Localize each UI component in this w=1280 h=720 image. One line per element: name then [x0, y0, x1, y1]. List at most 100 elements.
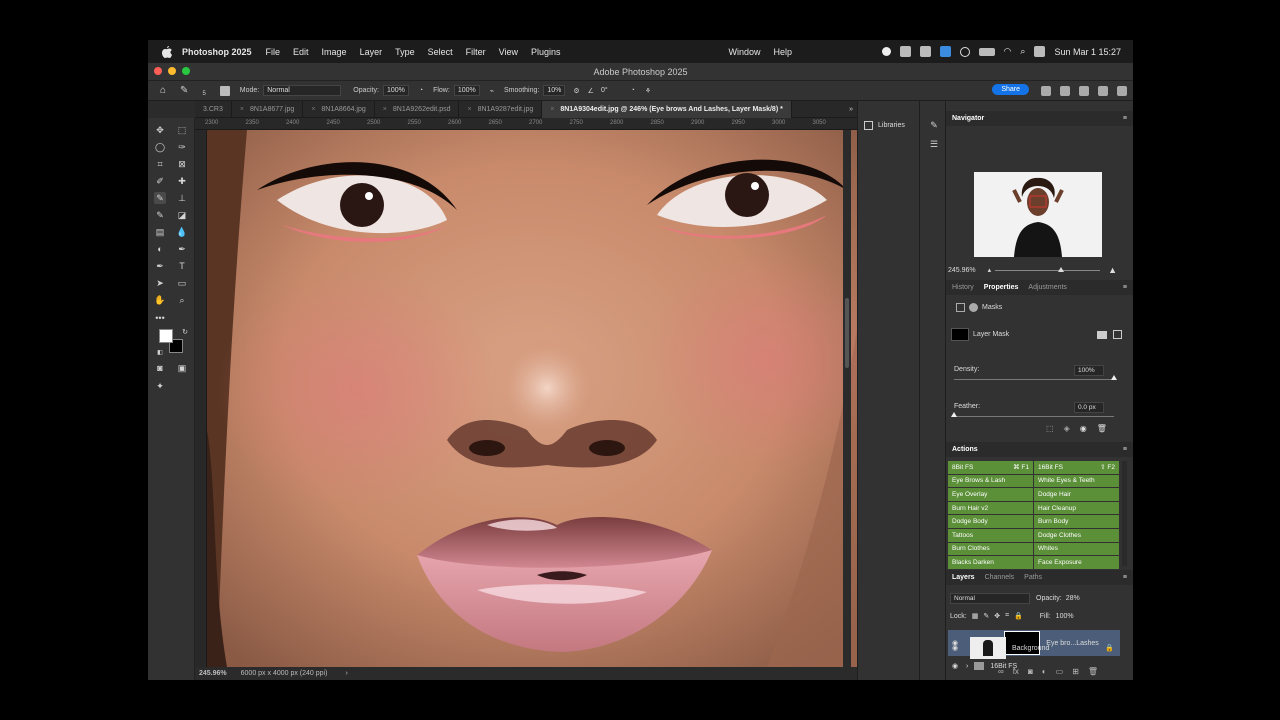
- gradient-tool-icon[interactable]: ▤: [154, 226, 166, 238]
- menu-layer[interactable]: Layer: [360, 47, 383, 57]
- slider-thumb[interactable]: [1058, 266, 1065, 272]
- clock[interactable]: Sun Mar 1 15:27: [1054, 47, 1121, 57]
- swap-colors-icon[interactable]: ↻: [179, 326, 191, 338]
- lasso-tool-icon[interactable]: ◯: [154, 141, 166, 153]
- action-button[interactable]: Eye Overlay: [948, 488, 1033, 501]
- home-icon[interactable]: ⌂: [160, 85, 166, 96]
- screen-mode-icon[interactable]: ▣: [176, 362, 188, 374]
- clone-stamp-tool-icon[interactable]: ⊥: [176, 192, 188, 204]
- frame-tool-icon[interactable]: ⊠: [176, 158, 188, 170]
- hand-tool-icon[interactable]: ✋: [154, 294, 166, 306]
- screen-share-icon[interactable]: [899, 46, 911, 57]
- pressure-opacity-icon[interactable]: ◔: [419, 87, 423, 94]
- menu-window[interactable]: Window: [729, 47, 761, 57]
- layer-name[interactable]: Background: [1012, 645, 1049, 652]
- app-menu[interactable]: Photoshop 2025: [182, 47, 252, 57]
- angle-field[interactable]: 0°: [598, 86, 611, 95]
- control-center-icon[interactable]: [1034, 46, 1046, 57]
- visibility-eye-icon[interactable]: ◉: [950, 662, 960, 670]
- workspace-icon[interactable]: [1079, 86, 1089, 96]
- spot-healing-tool-icon[interactable]: ✚: [176, 175, 188, 187]
- add-vector-mask-icon[interactable]: [1113, 330, 1122, 339]
- feather-field[interactable]: 0.0 px: [1074, 402, 1104, 413]
- density-slider[interactable]: [954, 375, 1117, 380]
- eraser-tool-icon[interactable]: ◪: [176, 209, 188, 221]
- libraries-button[interactable]: Libraries: [864, 121, 905, 130]
- smoothing-gear-icon[interactable]: ⚙: [573, 87, 579, 95]
- dodge-tool-icon[interactable]: ◐: [154, 243, 166, 255]
- layer-mask-thumb[interactable]: [951, 328, 969, 341]
- layer-row-background[interactable]: ◉ Background 🔒: [948, 636, 1120, 660]
- angle-icon[interactable]: ∠: [588, 87, 594, 95]
- apple-icon[interactable]: [160, 45, 174, 59]
- density-slider-thumb[interactable]: [1111, 375, 1117, 380]
- eyedropper-tool-icon[interactable]: ✐: [154, 175, 166, 187]
- zoom-tool-icon[interactable]: ⌕: [176, 294, 188, 306]
- zoom-level[interactable]: 245.96%: [199, 670, 227, 677]
- feather-slider-thumb[interactable]: [951, 412, 957, 417]
- tab-doc-active[interactable]: × 8N1A9304edit.jpg @ 246% (Eye brows And …: [542, 100, 792, 118]
- wifi-icon[interactable]: ◠: [1004, 46, 1012, 57]
- tab-doc-4[interactable]: × 8N1A9262edit.psd: [375, 100, 460, 118]
- type-tool-icon[interactable]: T: [176, 260, 188, 272]
- quick-mask-icon[interactable]: ◙: [154, 362, 166, 374]
- close-icon[interactable]: ×: [383, 106, 387, 113]
- close-icon[interactable]: ×: [467, 106, 471, 113]
- lock-artboard-icon[interactable]: ⌗: [1005, 612, 1009, 620]
- app-status-icon[interactable]: [939, 46, 951, 57]
- apply-mask-icon[interactable]: ◈: [1064, 424, 1070, 433]
- brush-settings-panel-icon[interactable]: ✎: [928, 119, 940, 131]
- panel-menu-icon[interactable]: ≡: [1123, 115, 1127, 122]
- lock-transparent-icon[interactable]: ▦: [972, 612, 979, 620]
- new-adjustment-icon[interactable]: ◐: [1042, 667, 1047, 676]
- disclosure-chevron-icon[interactable]: ›: [966, 663, 968, 670]
- tab-adjustments[interactable]: Adjustments: [1028, 284, 1067, 291]
- battery-icon[interactable]: [978, 47, 995, 56]
- tab-paths[interactable]: Paths: [1024, 574, 1042, 581]
- navigator-zoom-value[interactable]: 245.96%: [948, 267, 976, 274]
- tab-doc-2[interactable]: × 8N1A8677.jpg: [232, 100, 304, 118]
- panel-menu-icon[interactable]: ≡: [1123, 284, 1127, 291]
- menu-plugins[interactable]: Plugins: [531, 47, 561, 57]
- visibility-eye-icon[interactable]: ◉: [950, 644, 960, 652]
- path-select-tool-icon[interactable]: ✒: [154, 260, 166, 272]
- canvas-scrollbar[interactable]: [843, 130, 851, 667]
- menu-edit[interactable]: Edit: [293, 47, 309, 57]
- action-button[interactable]: Burn Clothes: [948, 542, 1033, 556]
- actions-title[interactable]: Actions: [952, 446, 978, 453]
- menu-view[interactable]: View: [499, 47, 518, 57]
- cloud-icon[interactable]: [919, 46, 931, 57]
- adjust-panel-icon[interactable]: ☰: [928, 138, 940, 150]
- crop-tool-icon[interactable]: ⌗: [154, 158, 166, 170]
- scroll-thumb[interactable]: [845, 298, 849, 368]
- tab-properties[interactable]: Properties: [984, 284, 1019, 291]
- menu-filter[interactable]: Filter: [466, 47, 486, 57]
- lock-all-icon[interactable]: 🔒: [1014, 612, 1023, 620]
- close-icon[interactable]: ×: [240, 106, 244, 113]
- flow-field[interactable]: 100%: [453, 85, 480, 96]
- layer-opacity-field[interactable]: 28%: [1066, 595, 1080, 602]
- action-button[interactable]: Whites: [1034, 542, 1119, 556]
- edit-toolbar-icon[interactable]: ✦: [154, 380, 166, 392]
- notifications-icon[interactable]: [1041, 86, 1051, 96]
- lock-position-icon[interactable]: ✥: [994, 612, 1000, 620]
- zoom-in-icon[interactable]: ▲: [1108, 265, 1117, 275]
- blend-mode-select[interactable]: Normal: [950, 593, 1030, 604]
- action-button[interactable]: Face Exposure: [1034, 556, 1119, 569]
- pen-tool-icon[interactable]: ✒: [176, 243, 188, 255]
- move-tool-icon[interactable]: ✥: [154, 124, 166, 136]
- play-icon[interactable]: [959, 46, 970, 57]
- more-tools-icon[interactable]: •••: [154, 312, 166, 324]
- default-colors-icon[interactable]: ◧: [154, 346, 166, 358]
- menu-type[interactable]: Type: [395, 47, 415, 57]
- tab-doc-1[interactable]: 3.CR3: [195, 100, 232, 118]
- enable-mask-eye-icon[interactable]: ◉: [1080, 424, 1087, 433]
- brush-settings-icon[interactable]: [219, 85, 230, 96]
- layer-style-icon[interactable]: fx: [1013, 667, 1019, 676]
- delete-mask-icon[interactable]: 🗑: [1097, 424, 1107, 433]
- load-selection-icon[interactable]: ⬚: [1046, 424, 1054, 433]
- menu-file[interactable]: File: [266, 47, 281, 57]
- blur-tool-icon[interactable]: 💧: [176, 226, 188, 238]
- opacity-field[interactable]: 100%: [382, 85, 409, 96]
- smoothing-field[interactable]: 10%: [543, 85, 566, 96]
